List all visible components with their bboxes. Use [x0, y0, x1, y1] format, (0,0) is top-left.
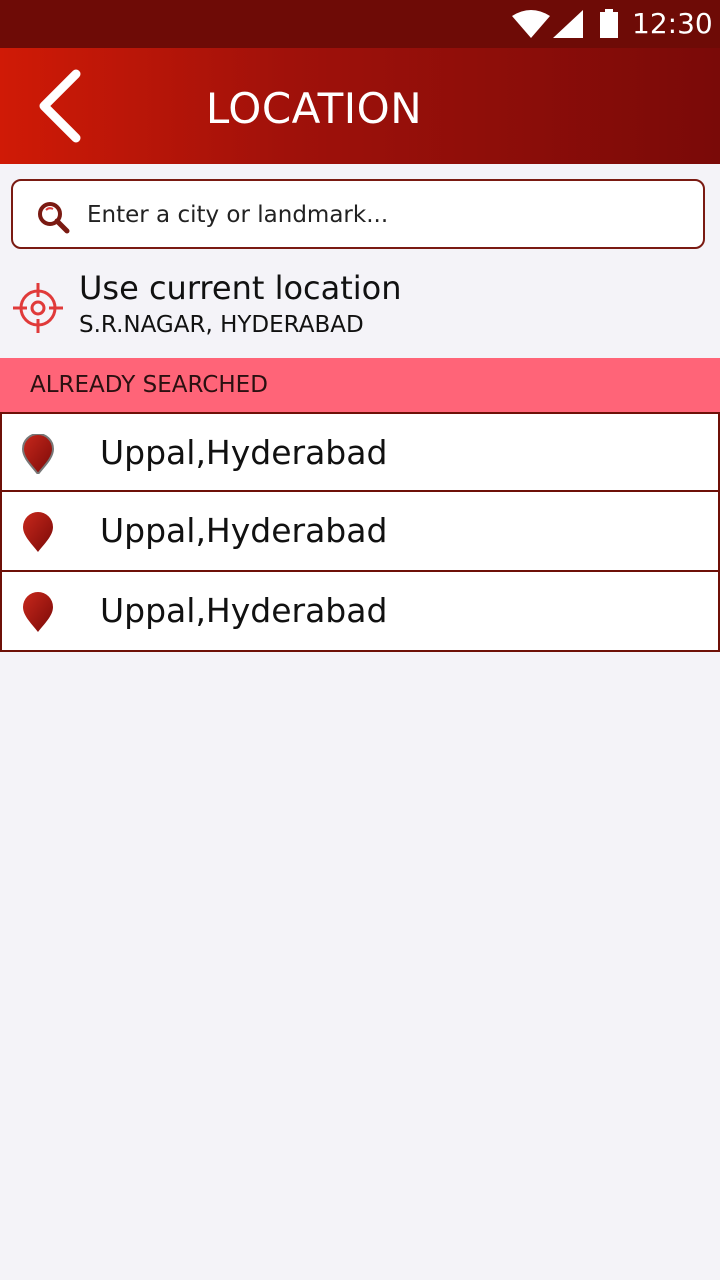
map-pin-icon [23, 592, 53, 632]
wifi-icon [512, 10, 550, 38]
section-header-label: ALREADY SEARCHED [30, 372, 268, 398]
list-item[interactable]: Uppal,Hyderabad [0, 492, 720, 572]
battery-icon [600, 9, 618, 38]
signal-icon [553, 10, 583, 38]
map-pin-icon [22, 434, 54, 474]
section-header: ALREADY SEARCHED [0, 358, 720, 412]
map-pin-icon [23, 512, 53, 552]
list-item[interactable]: Uppal,Hyderabad [0, 572, 720, 652]
history-list: Uppal,Hyderabad Uppal,Hyderabad Uppal,Hy… [0, 412, 720, 652]
crosshair-icon [13, 283, 63, 333]
page-title: LOCATION [205, 84, 423, 133]
status-time: 12:30 [632, 7, 713, 40]
search-icon [38, 202, 70, 234]
status-bar: 12:30 [0, 0, 720, 48]
use-current-location[interactable]: Use current location S.R.NAGAR, HYDERABA… [0, 260, 720, 350]
list-item-label: Uppal,Hyderabad [100, 433, 388, 472]
list-item-label: Uppal,Hyderabad [100, 511, 388, 550]
current-location-label: Use current location [79, 269, 402, 307]
current-location-address: S.R.NAGAR, HYDERABAD [79, 312, 364, 338]
search-box[interactable] [11, 179, 705, 249]
app-bar: LOCATION [0, 48, 720, 164]
list-item[interactable]: Uppal,Hyderabad [0, 412, 720, 492]
list-item-label: Uppal,Hyderabad [100, 591, 388, 630]
search-input[interactable] [85, 191, 689, 239]
